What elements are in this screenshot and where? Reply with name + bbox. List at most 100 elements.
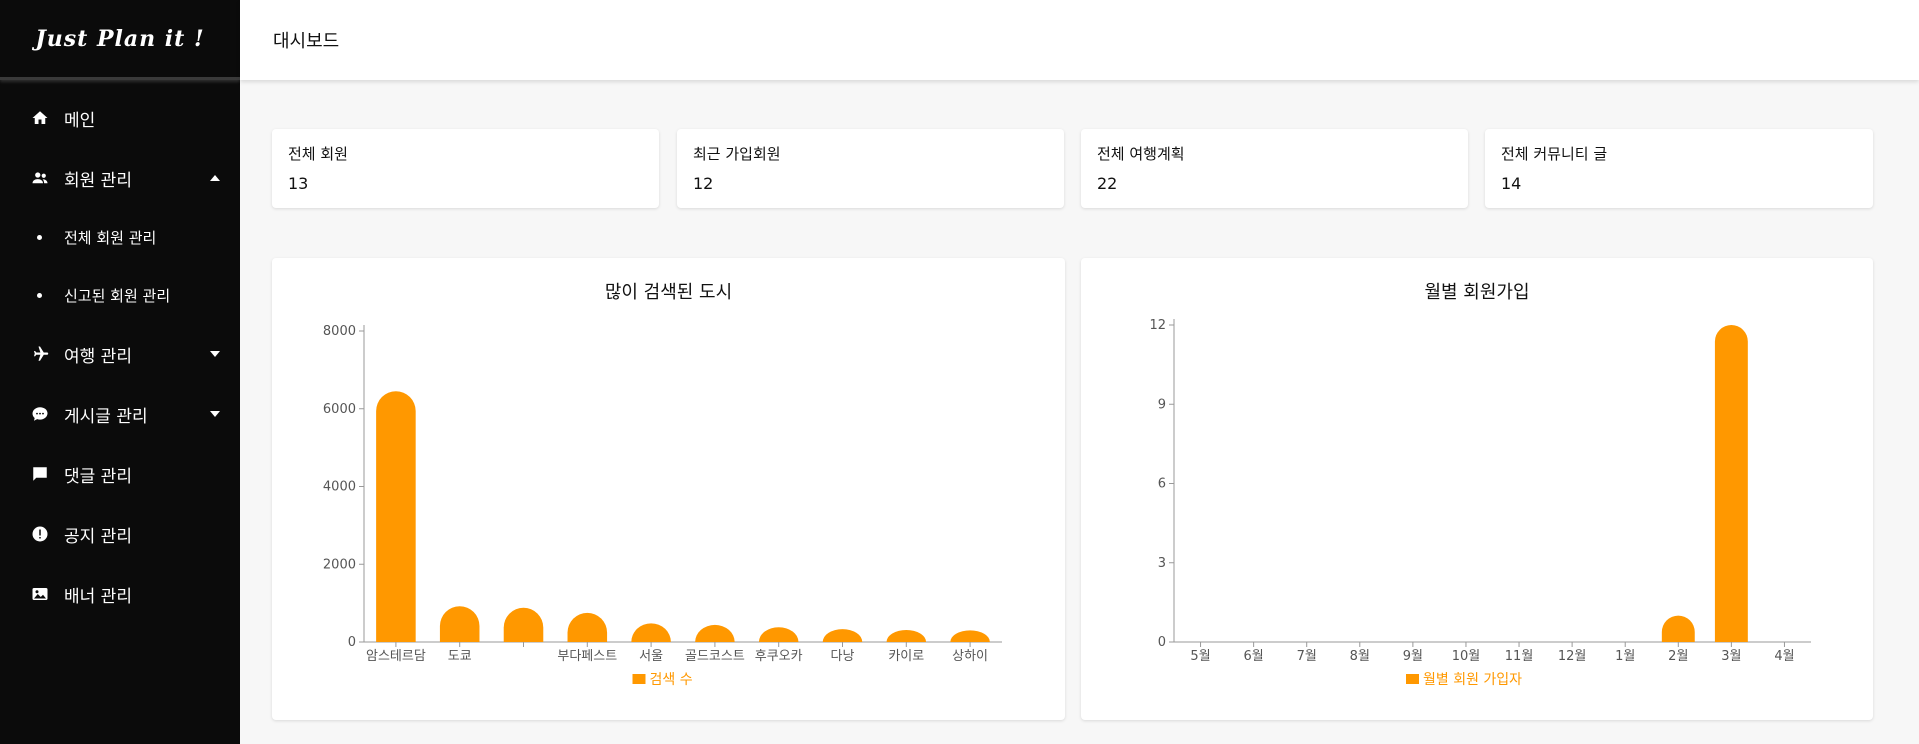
x-tick-label: 7월	[1297, 649, 1317, 664]
monthly-signups-chart: 월별 회원가입 0 3 6 9 12 5월 6월 7월 8월 9월 10월 11월 12월 1월 2월 3월 4월…	[1149, 282, 1811, 688]
stat-value: 14	[1501, 174, 1522, 193]
chart-legend[interactable]: 검색 수	[632, 672, 693, 688]
stat-card-total-members: 전체 회원 13	[272, 129, 659, 208]
brand-logo[interactable]: Just Plan it !	[0, 0, 240, 80]
page-header: 대시보드	[240, 0, 1919, 80]
y-tick-label: 3	[1158, 556, 1166, 571]
y-tick-label: 0	[348, 635, 356, 650]
sidebar-item-label: 댓글 관리	[64, 466, 132, 487]
y-tick-label: 8000	[323, 324, 356, 339]
stat-label: 전체 여행계획	[1097, 145, 1185, 163]
sidebar-item-comments[interactable]: 댓글 관리	[0, 444, 240, 504]
legend-swatch	[632, 674, 646, 684]
stat-label: 전체 회원	[288, 145, 348, 163]
x-tick-label: 9월	[1403, 649, 1423, 664]
stat-value: 13	[288, 174, 309, 193]
y-tick-label: 9	[1158, 397, 1166, 412]
alert-icon	[30, 524, 50, 544]
caret-up-icon	[208, 171, 222, 185]
chart-panel-monthly-signups: 월별 회원가입 0 3 6 9 12 5월 6월 7월 8월 9월 10월 11월 12월 1월 2월 3월 4월…	[1081, 258, 1873, 720]
y-tick-label: 4000	[323, 480, 356, 495]
sidebar-item-label: 여행 관리	[64, 346, 132, 367]
bar[interactable]	[1661, 615, 1695, 642]
y-tick-label: 2000	[323, 557, 356, 572]
sidebar-item-posts[interactable]: 게시글 관리	[0, 384, 240, 444]
sidebar-menu: 메인 회원 관리 전체 회원 관리 신고된 회원 관리 여행 관리 게시글 관리…	[0, 80, 240, 624]
bar[interactable]	[1714, 325, 1748, 642]
x-tick-label: 골드코스트	[685, 649, 745, 664]
x-tick-label: 3월	[1721, 649, 1741, 664]
x-tick-label: 5월	[1190, 649, 1210, 664]
y-tick-label: 12	[1149, 318, 1166, 333]
bar[interactable]	[886, 629, 927, 642]
bullet-icon	[37, 234, 42, 240]
page-title: 대시보드	[273, 31, 340, 52]
x-tick-label: 상하이	[952, 649, 988, 664]
caret-down-icon	[208, 407, 222, 421]
sidebar-item-label: 메인	[64, 110, 96, 131]
chart-panel-top-cities: 많이 검색된 도시 0 2000 4000 6000 8000 암스테르담 도쿄 부다페스트 서울…	[272, 258, 1065, 720]
x-tick-label: 다낭	[831, 649, 855, 664]
sidebar-item-label: 공지 관리	[64, 526, 132, 547]
y-tick-label: 0	[1158, 635, 1166, 650]
people-icon	[30, 168, 50, 188]
x-tick-label: 카이로	[888, 649, 924, 664]
chart-title: 많이 검색된 도시	[605, 282, 732, 303]
stat-label: 전체 커뮤니티 글	[1501, 145, 1608, 163]
x-tick-label: 12월	[1558, 649, 1587, 664]
bullet-icon	[37, 292, 42, 298]
y-tick-label: 6	[1158, 477, 1166, 492]
x-tick-label: 부다페스트	[557, 649, 617, 664]
x-tick-label: 서울	[639, 649, 663, 664]
bar[interactable]	[758, 627, 799, 642]
sidebar-subitem-label: 신고된 회원 관리	[64, 286, 171, 305]
sidebar-item-banners[interactable]: 배너 관리	[0, 564, 240, 624]
chart-title: 월별 회원가입	[1424, 282, 1529, 303]
brand-logo-text: Just Plan it !	[35, 25, 205, 52]
bar[interactable]	[503, 607, 544, 642]
stat-card-total-trips: 전체 여행계획 22	[1081, 129, 1468, 208]
caret-down-icon	[208, 347, 222, 361]
legend-label: 월별 회원 가입자	[1423, 672, 1522, 688]
chat-icon	[30, 404, 50, 424]
x-tick-label: 11월	[1505, 649, 1534, 664]
x-tick-label: 도쿄	[448, 649, 472, 664]
sidebar-item-main[interactable]: 메인	[0, 88, 240, 148]
bar[interactable]	[695, 624, 735, 642]
sidebar-item-notices[interactable]: 공지 관리	[0, 504, 240, 564]
sidebar: Just Plan it ! 메인 회원 관리 전체 회원 관리 신고된 회원 …	[0, 0, 240, 744]
top-cities-chart: 많이 검색된 도시 0 2000 4000 6000 8000 암스테르담 도쿄 부다페스트 서울…	[323, 282, 1002, 688]
sidebar-item-label: 게시글 관리	[64, 406, 148, 427]
bar[interactable]	[950, 630, 990, 642]
stat-label: 최근 가입회원	[693, 145, 781, 163]
x-tick-label: 후쿠오카	[755, 649, 803, 664]
sidebar-subitem-all-members[interactable]: 전체 회원 관리	[0, 208, 240, 266]
sidebar-item-members[interactable]: 회원 관리	[0, 148, 240, 208]
bar[interactable]	[439, 606, 480, 642]
stat-card-community-posts: 전체 커뮤니티 글 14	[1485, 129, 1873, 208]
airplane-icon	[30, 344, 50, 364]
x-tick-label: 4월	[1774, 649, 1794, 664]
bar[interactable]	[376, 391, 416, 642]
image-icon	[30, 584, 50, 604]
bar[interactable]	[822, 629, 863, 642]
legend-label: 검색 수	[650, 672, 693, 688]
chart-legend[interactable]: 월별 회원 가입자	[1406, 672, 1522, 688]
x-tick-label: 2월	[1668, 649, 1688, 664]
sidebar-subitem-label: 전체 회원 관리	[64, 228, 157, 247]
home-icon	[30, 108, 50, 128]
sidebar-item-label: 회원 관리	[64, 170, 132, 191]
stat-card-recent-members: 최근 가입회원 12	[677, 129, 1064, 208]
stat-value: 22	[1097, 174, 1118, 193]
y-tick-label: 6000	[323, 402, 356, 417]
sidebar-subitem-reported-members[interactable]: 신고된 회원 관리	[0, 266, 240, 324]
x-tick-label: 1월	[1615, 649, 1635, 664]
bar[interactable]	[631, 623, 671, 642]
sidebar-item-label: 배너 관리	[64, 586, 132, 607]
stat-value: 12	[693, 174, 714, 193]
sidebar-item-trips[interactable]: 여행 관리	[0, 324, 240, 384]
bar[interactable]	[567, 612, 608, 642]
comment-icon	[30, 464, 50, 484]
x-tick-label: 암스테르담	[366, 649, 426, 664]
x-tick-label: 10월	[1452, 649, 1481, 664]
